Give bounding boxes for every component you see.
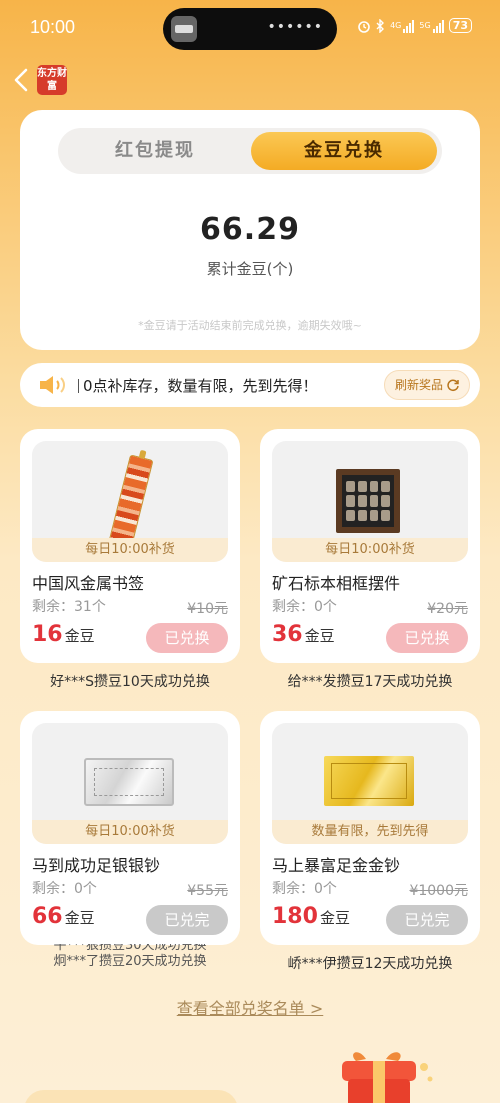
product-price: 66 金豆: [32, 904, 95, 929]
bluetooth-icon: [376, 18, 385, 33]
signal-icon: [432, 19, 444, 33]
notice-text: 0点补库存，数量有限，先到先得！: [78, 375, 318, 396]
product-price: 36 金豆: [272, 622, 335, 647]
restock-banner: 每日10:00补货: [272, 538, 468, 562]
product-card[interactable]: 数量有限，先到先得 马上暴富足金金钞 剩余：0个 ¥1000元 180 金豆 已兑…: [260, 711, 480, 945]
product-original-price: ¥1000元: [409, 883, 468, 899]
winner-text: 给***发攒豆17天成功兑换: [287, 674, 453, 690]
product-name: 矿石标本相框摆件: [272, 574, 401, 593]
notice-bar: 0点补库存，数量有限，先到先得！ 刷新奖品: [20, 363, 480, 407]
balance-card: 红包提现 金豆兑换 66.29 累计金豆(个) *金豆请于活动结束前完成兑换，逾…: [20, 110, 480, 350]
product-image: 每日10:00补货: [32, 441, 228, 562]
product-remaining: 剩余：31个: [32, 599, 106, 615]
winner-ticker: 牛***狠攒豆30天成功兑换 炯***了攒豆20天成功兑换: [30, 944, 230, 974]
expiry-note: *金豆请于活动结束前完成兑换，逾期失效哦~: [138, 319, 362, 332]
view-all-winners-link[interactable]: 查看全部兑奖名单 >: [0, 995, 500, 1019]
status-bar: 10:00 •••••• 4G 5G 73: [0, 0, 500, 56]
app-logo: 东方财富: [37, 65, 67, 95]
gift-box-icon[interactable]: [336, 1045, 436, 1103]
product-price: 180 金豆: [272, 904, 350, 929]
product-original-price: ¥10元: [187, 601, 228, 617]
winner-text: 峤***伊攒豆12天成功兑换: [287, 956, 453, 972]
price-unit: 金豆: [304, 627, 335, 645]
more-dots-icon: ••••••: [267, 19, 323, 35]
product-name: 马到成功足银银钞: [32, 856, 161, 875]
gold-note-image: [324, 756, 414, 806]
restock-banner: 每日10:00补货: [32, 820, 228, 844]
price-value: 66: [32, 904, 63, 929]
product-card[interactable]: 每日10:00补货 矿石标本相框摆件 剩余：0个 ¥20元 36 金豆 已兑换: [260, 429, 480, 663]
speaker-icon: [40, 376, 65, 394]
redeemed-button[interactable]: 已兑换: [146, 623, 228, 653]
bottom-action-button[interactable]: [24, 1090, 238, 1103]
battery-icon: 73: [448, 18, 472, 33]
refresh-prizes-button[interactable]: 刷新奖品: [384, 370, 470, 400]
restock-banner: 数量有限，先到先得: [272, 820, 468, 844]
product-image: 每日10:00补货: [32, 723, 228, 844]
tab-gold-bean-exchange[interactable]: 金豆兑换: [251, 132, 437, 170]
price-unit: 金豆: [64, 627, 95, 645]
tab-cash-withdraw[interactable]: 红包提现: [62, 132, 248, 170]
sold-out-button: 已兑完: [386, 905, 468, 935]
price-unit: 金豆: [64, 909, 95, 927]
price-value: 16: [32, 622, 63, 647]
product-name: 马上暴富足金金钞: [272, 856, 401, 875]
product-remaining: 剩余：0个: [272, 599, 337, 615]
status-icons: 4G 5G 73: [357, 18, 472, 33]
product-remaining: 剩余：0个: [272, 881, 337, 897]
product-price: 16 金豆: [32, 622, 95, 647]
restock-banner: 每日10:00补货: [32, 538, 228, 562]
refresh-label: 刷新奖品: [395, 378, 444, 392]
winner-text: 牛***狠攒豆30天成功兑换: [53, 944, 207, 953]
winner-text: 炯***了攒豆20天成功兑换: [53, 954, 207, 969]
dynamic-island: ••••••: [163, 8, 337, 50]
chevron-left-icon[interactable]: [10, 64, 34, 96]
price-unit: 金豆: [319, 909, 350, 927]
product-name: 中国风金属书签: [32, 574, 145, 593]
status-time: 10:00: [30, 17, 76, 37]
balance-value: 66.29: [200, 212, 300, 247]
app-thumbnail-icon: [171, 16, 197, 42]
price-value: 180: [272, 904, 318, 929]
bookmark-image: [108, 454, 154, 548]
balance-label: 累计金豆(个): [206, 260, 294, 278]
product-image: 每日10:00补货: [272, 441, 468, 562]
product-card[interactable]: 每日10:00补货 中国风金属书签 剩余：31个 ¥10元 16 金豆 已兑换: [20, 429, 240, 663]
signal-icon: [403, 19, 415, 33]
winner-text: 好***S攒豆10天成功兑换: [50, 674, 210, 690]
silver-note-image: [84, 758, 174, 806]
product-remaining: 剩余：0个: [32, 881, 97, 897]
signal-5g-label: 5G: [419, 21, 431, 30]
tab-bar: 红包提现 金豆兑换: [58, 128, 442, 174]
refresh-icon: [447, 379, 459, 392]
product-original-price: ¥20元: [427, 601, 468, 617]
redeemed-button[interactable]: 已兑换: [386, 623, 468, 653]
logo-text: 东方财富: [37, 68, 67, 92]
signal-4g-label: 4G: [390, 21, 402, 30]
mineral-frame-image: [336, 469, 400, 533]
product-original-price: ¥55元: [187, 883, 228, 899]
alarm-icon: [358, 20, 370, 33]
sold-out-button: 已兑完: [146, 905, 228, 935]
product-image: 数量有限，先到先得: [272, 723, 468, 844]
product-card[interactable]: 每日10:00补货 马到成功足银银钞 剩余：0个 ¥55元 66 金豆 已兑完: [20, 711, 240, 945]
price-value: 36: [272, 622, 303, 647]
